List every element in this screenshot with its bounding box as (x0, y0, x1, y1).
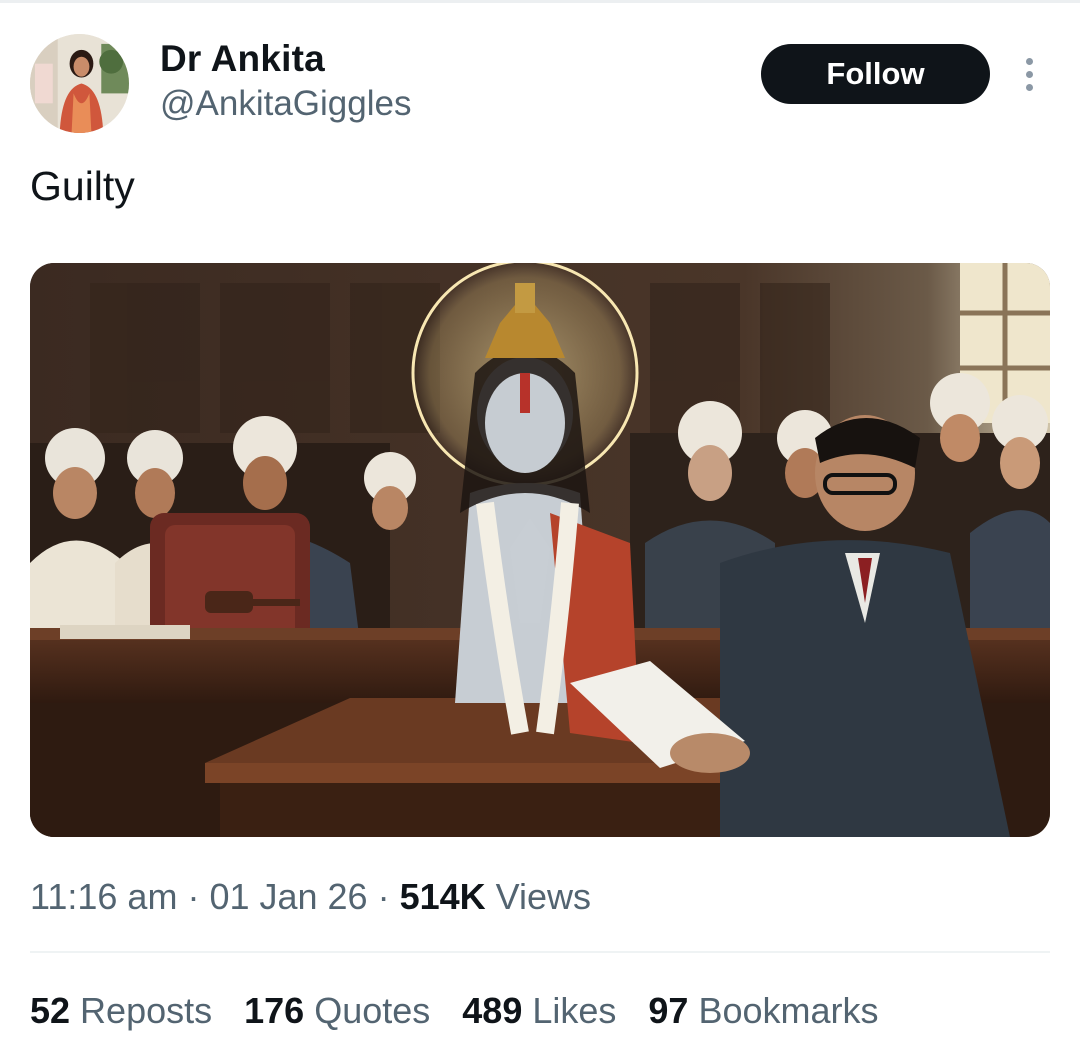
meta-separator: · (177, 876, 210, 917)
more-dot (1025, 57, 1033, 65)
tweet-time[interactable]: 11:16 am (30, 876, 177, 917)
bookmarks-label: Bookmarks (688, 990, 879, 1031)
avatar[interactable] (30, 34, 129, 133)
display-name[interactable]: Dr Ankita (160, 38, 325, 80)
tweet-text: Guilty (30, 163, 135, 209)
stats-divider (30, 951, 1050, 953)
courtroom-illustration (30, 263, 1050, 837)
reposts-label: Reposts (70, 990, 213, 1031)
views-count[interactable]: 514K (400, 876, 486, 917)
top-divider (0, 0, 1080, 3)
tweet-image[interactable] (30, 263, 1050, 837)
reposts-stat[interactable]: 52 Reposts (30, 990, 212, 1032)
bookmarks-count: 97 (648, 990, 689, 1031)
engagement-stats: 52 Reposts 176 Quotes 489 Likes 97 Bookm… (30, 990, 879, 1032)
more-dot (1025, 83, 1033, 91)
reposts-count: 52 (30, 990, 71, 1031)
more-vertical-icon[interactable] (1014, 54, 1044, 94)
quotes-label: Quotes (304, 990, 431, 1031)
avatar-photo (30, 34, 129, 133)
tweet-date[interactable]: 01 Jan 26 (209, 876, 367, 917)
likes-stat[interactable]: 489 Likes (462, 990, 616, 1032)
meta-separator: · (367, 876, 400, 917)
more-dot (1025, 70, 1033, 78)
quotes-stat[interactable]: 176 Quotes (244, 990, 430, 1032)
tweet-meta: 11:16 am · 01 Jan 26 · 514K Views (30, 876, 591, 918)
quotes-count: 176 (244, 990, 305, 1031)
views-label[interactable]: Views (486, 876, 591, 917)
likes-label: Likes (522, 990, 617, 1031)
likes-count: 489 (462, 990, 523, 1031)
follow-button[interactable]: Follow (761, 44, 990, 104)
bookmarks-stat[interactable]: 97 Bookmarks (648, 990, 878, 1032)
user-handle[interactable]: @AnkitaGiggles (160, 84, 411, 124)
